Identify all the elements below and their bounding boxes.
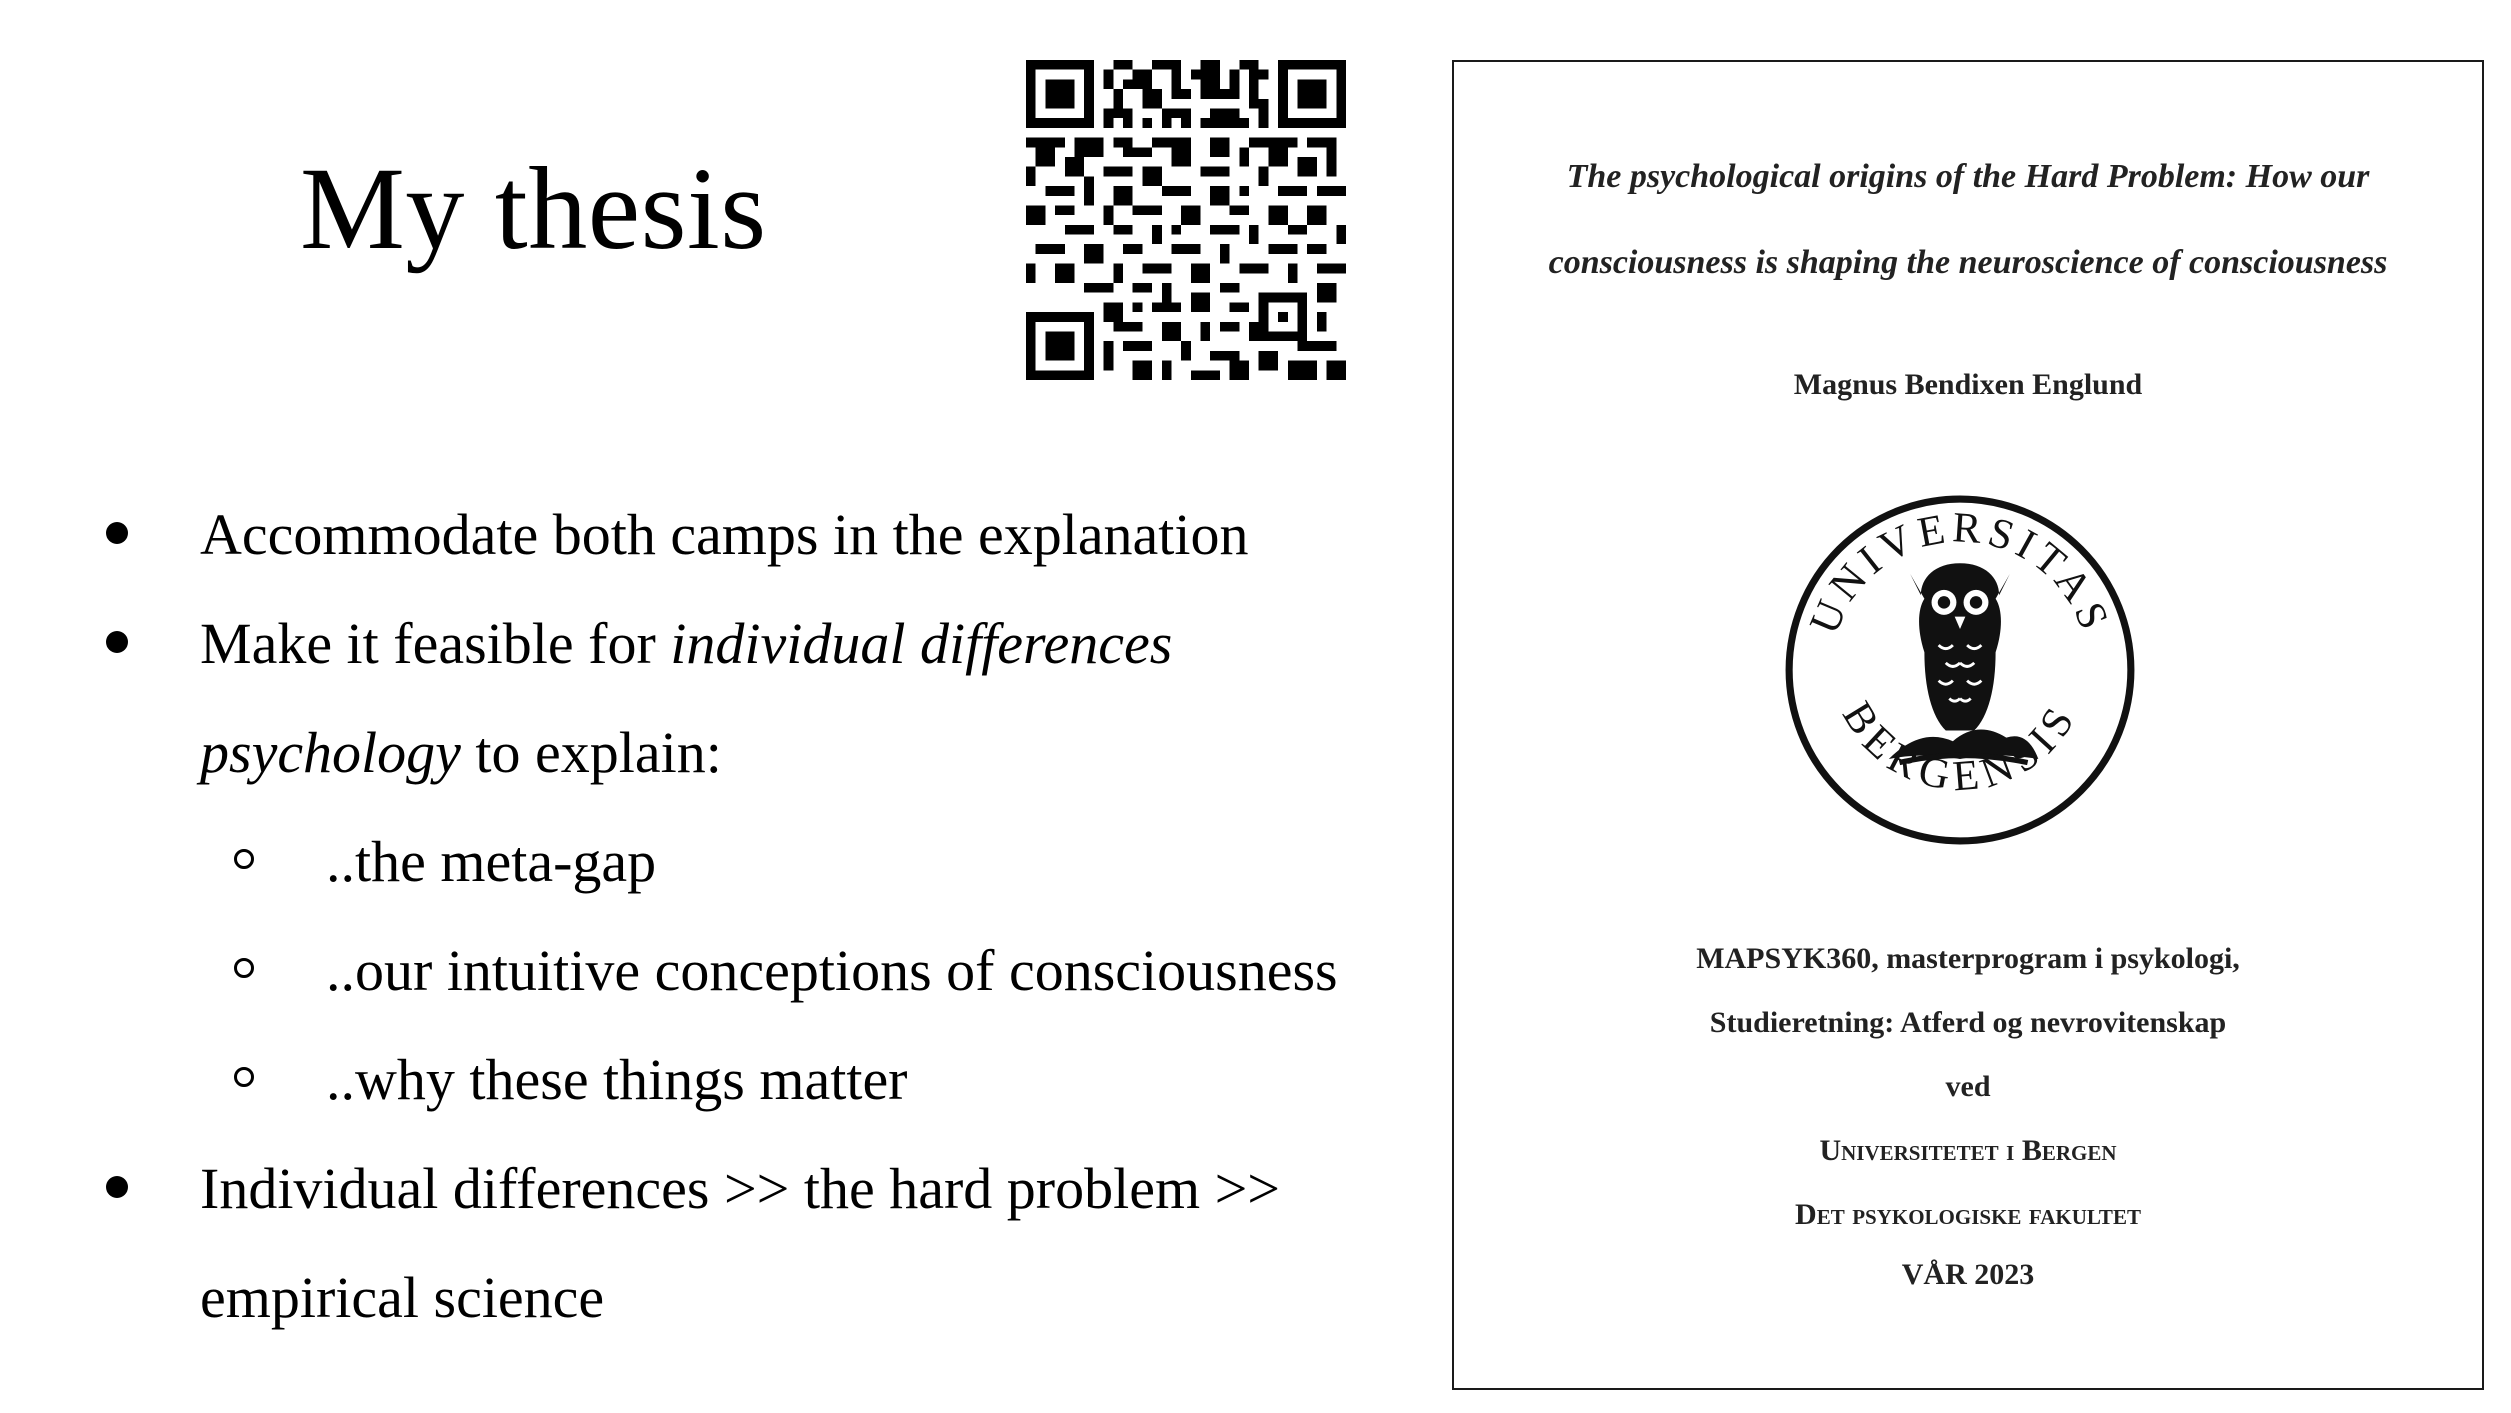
sub-bullet-item: ..why these things matter (326, 1047, 908, 1112)
term-line: VÅR 2023 (1901, 1258, 2035, 1291)
sub-bullet-item: ..the meta-gap (326, 829, 657, 894)
university-owl-seal-icon: UNIVERSITAS BERGENSIS (1785, 495, 2135, 845)
faculty-line: Det psykologiske fakultet (1795, 1198, 2141, 1231)
ved-line: ved (1945, 1070, 1991, 1103)
slide: My thesis Accommodate both camps in the … (0, 0, 2511, 1413)
bullet-emphasis: individual differences (670, 611, 1173, 676)
thesis-title-line-2: consciousness is shaping the neuroscienc… (1548, 244, 2388, 281)
bullet-item-continuation: empirical science (200, 1265, 605, 1330)
bullet-item: Accommodate both camps in the explanatio… (200, 502, 1249, 567)
qr-code-icon (1026, 60, 1346, 380)
bullet-text: Make it feasible for (200, 611, 671, 676)
program-line: MAPSYK360, masterprogram i psykologi, (1696, 942, 2240, 975)
thesis-author: Magnus Bendixen Englund (1793, 368, 2143, 401)
bullet-item: Individual differences >> the hard probl… (200, 1156, 1280, 1221)
bullet-ring-icon (234, 1067, 254, 1087)
bullet-dot-icon (106, 631, 128, 653)
bullet-item: Make it feasible for individual differen… (200, 615, 1172, 673)
specialization-line: Studieretning: Atferd og nevrovitenskap (1709, 1006, 2227, 1039)
sub-bullet-item: ..our intuitive conceptions of conscious… (326, 938, 1338, 1003)
slide-title: My thesis (300, 143, 767, 274)
bullet-item-continuation: psychology to explain: (200, 724, 722, 782)
bullet-ring-icon (234, 849, 254, 869)
bullet-ring-icon (234, 958, 254, 978)
bullet-dot-icon (106, 522, 128, 544)
thesis-cover-page: The psychological origins of the Hard Pr… (1452, 60, 2484, 1390)
bullet-text: to explain: (460, 720, 722, 785)
bullet-dot-icon (106, 1176, 128, 1198)
university-line: Universitetet i Bergen (1819, 1134, 2117, 1167)
thesis-title-line-1: The psychological origins of the Hard Pr… (1566, 158, 2370, 195)
bullet-emphasis: psychology (200, 720, 461, 785)
